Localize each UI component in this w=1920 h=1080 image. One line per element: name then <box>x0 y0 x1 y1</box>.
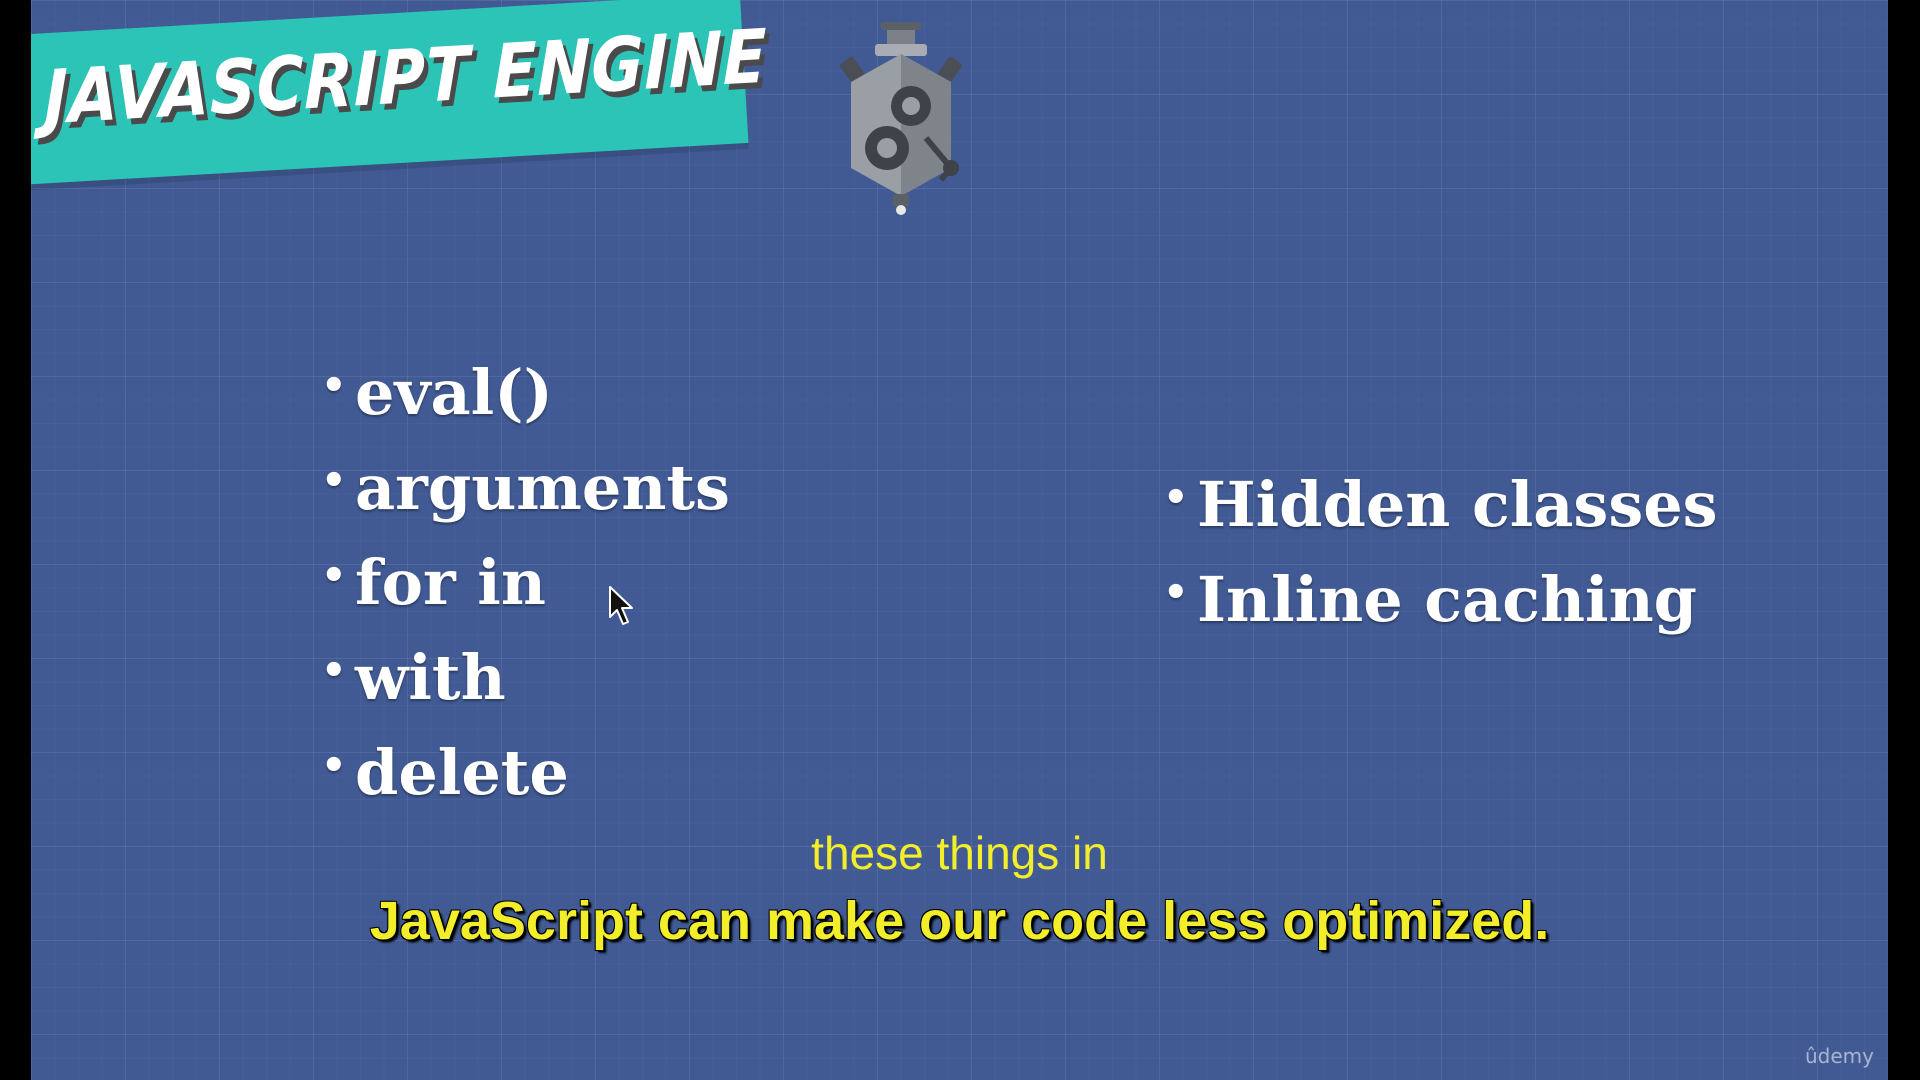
bullet-icon: • <box>321 362 347 409</box>
list-item: • delete <box>321 725 730 820</box>
list-item-label: with <box>355 641 506 714</box>
list-item-label: eval() <box>355 356 553 429</box>
engine-icon <box>840 22 962 215</box>
title-banner: JAVASCRIPT ENGINE <box>31 0 767 185</box>
list-item: • arguments <box>321 440 730 535</box>
bullet-icon: • <box>321 457 347 504</box>
list-item-label: Hidden classes <box>1197 468 1718 541</box>
subtitle-line-1: these things in <box>811 827 1108 879</box>
list-item: • eval() <box>321 345 730 440</box>
list-item: • Inline caching <box>1163 552 1718 647</box>
udemy-watermark: ûdemy <box>1805 1044 1874 1068</box>
optimization-techniques-list: • Hidden classes • Inline caching <box>1163 457 1718 647</box>
bullet-icon: • <box>321 552 347 599</box>
bullet-icon: • <box>1163 474 1189 521</box>
list-item-label: arguments <box>355 451 730 524</box>
video-slide: JAVASCRIPT ENGINE • eval() • arguments • fo… <box>31 0 1888 1080</box>
list-item: • with <box>321 630 730 725</box>
subtitle-line-2: JavaScript can make our code less optimi… <box>369 891 1550 951</box>
list-item-label: delete <box>355 736 569 809</box>
bullet-icon: • <box>321 647 347 694</box>
list-item: • Hidden classes <box>1163 457 1718 552</box>
list-item: • for in <box>321 535 730 630</box>
bullet-icon: • <box>321 742 347 789</box>
deoptimizing-features-list: • eval() • arguments • for in • with • delete <box>321 345 730 820</box>
arrow-cursor-icon <box>609 586 633 625</box>
list-item-label: Inline caching <box>1197 563 1698 636</box>
bullet-icon: • <box>1163 569 1189 616</box>
list-item-label: for in <box>355 546 546 619</box>
